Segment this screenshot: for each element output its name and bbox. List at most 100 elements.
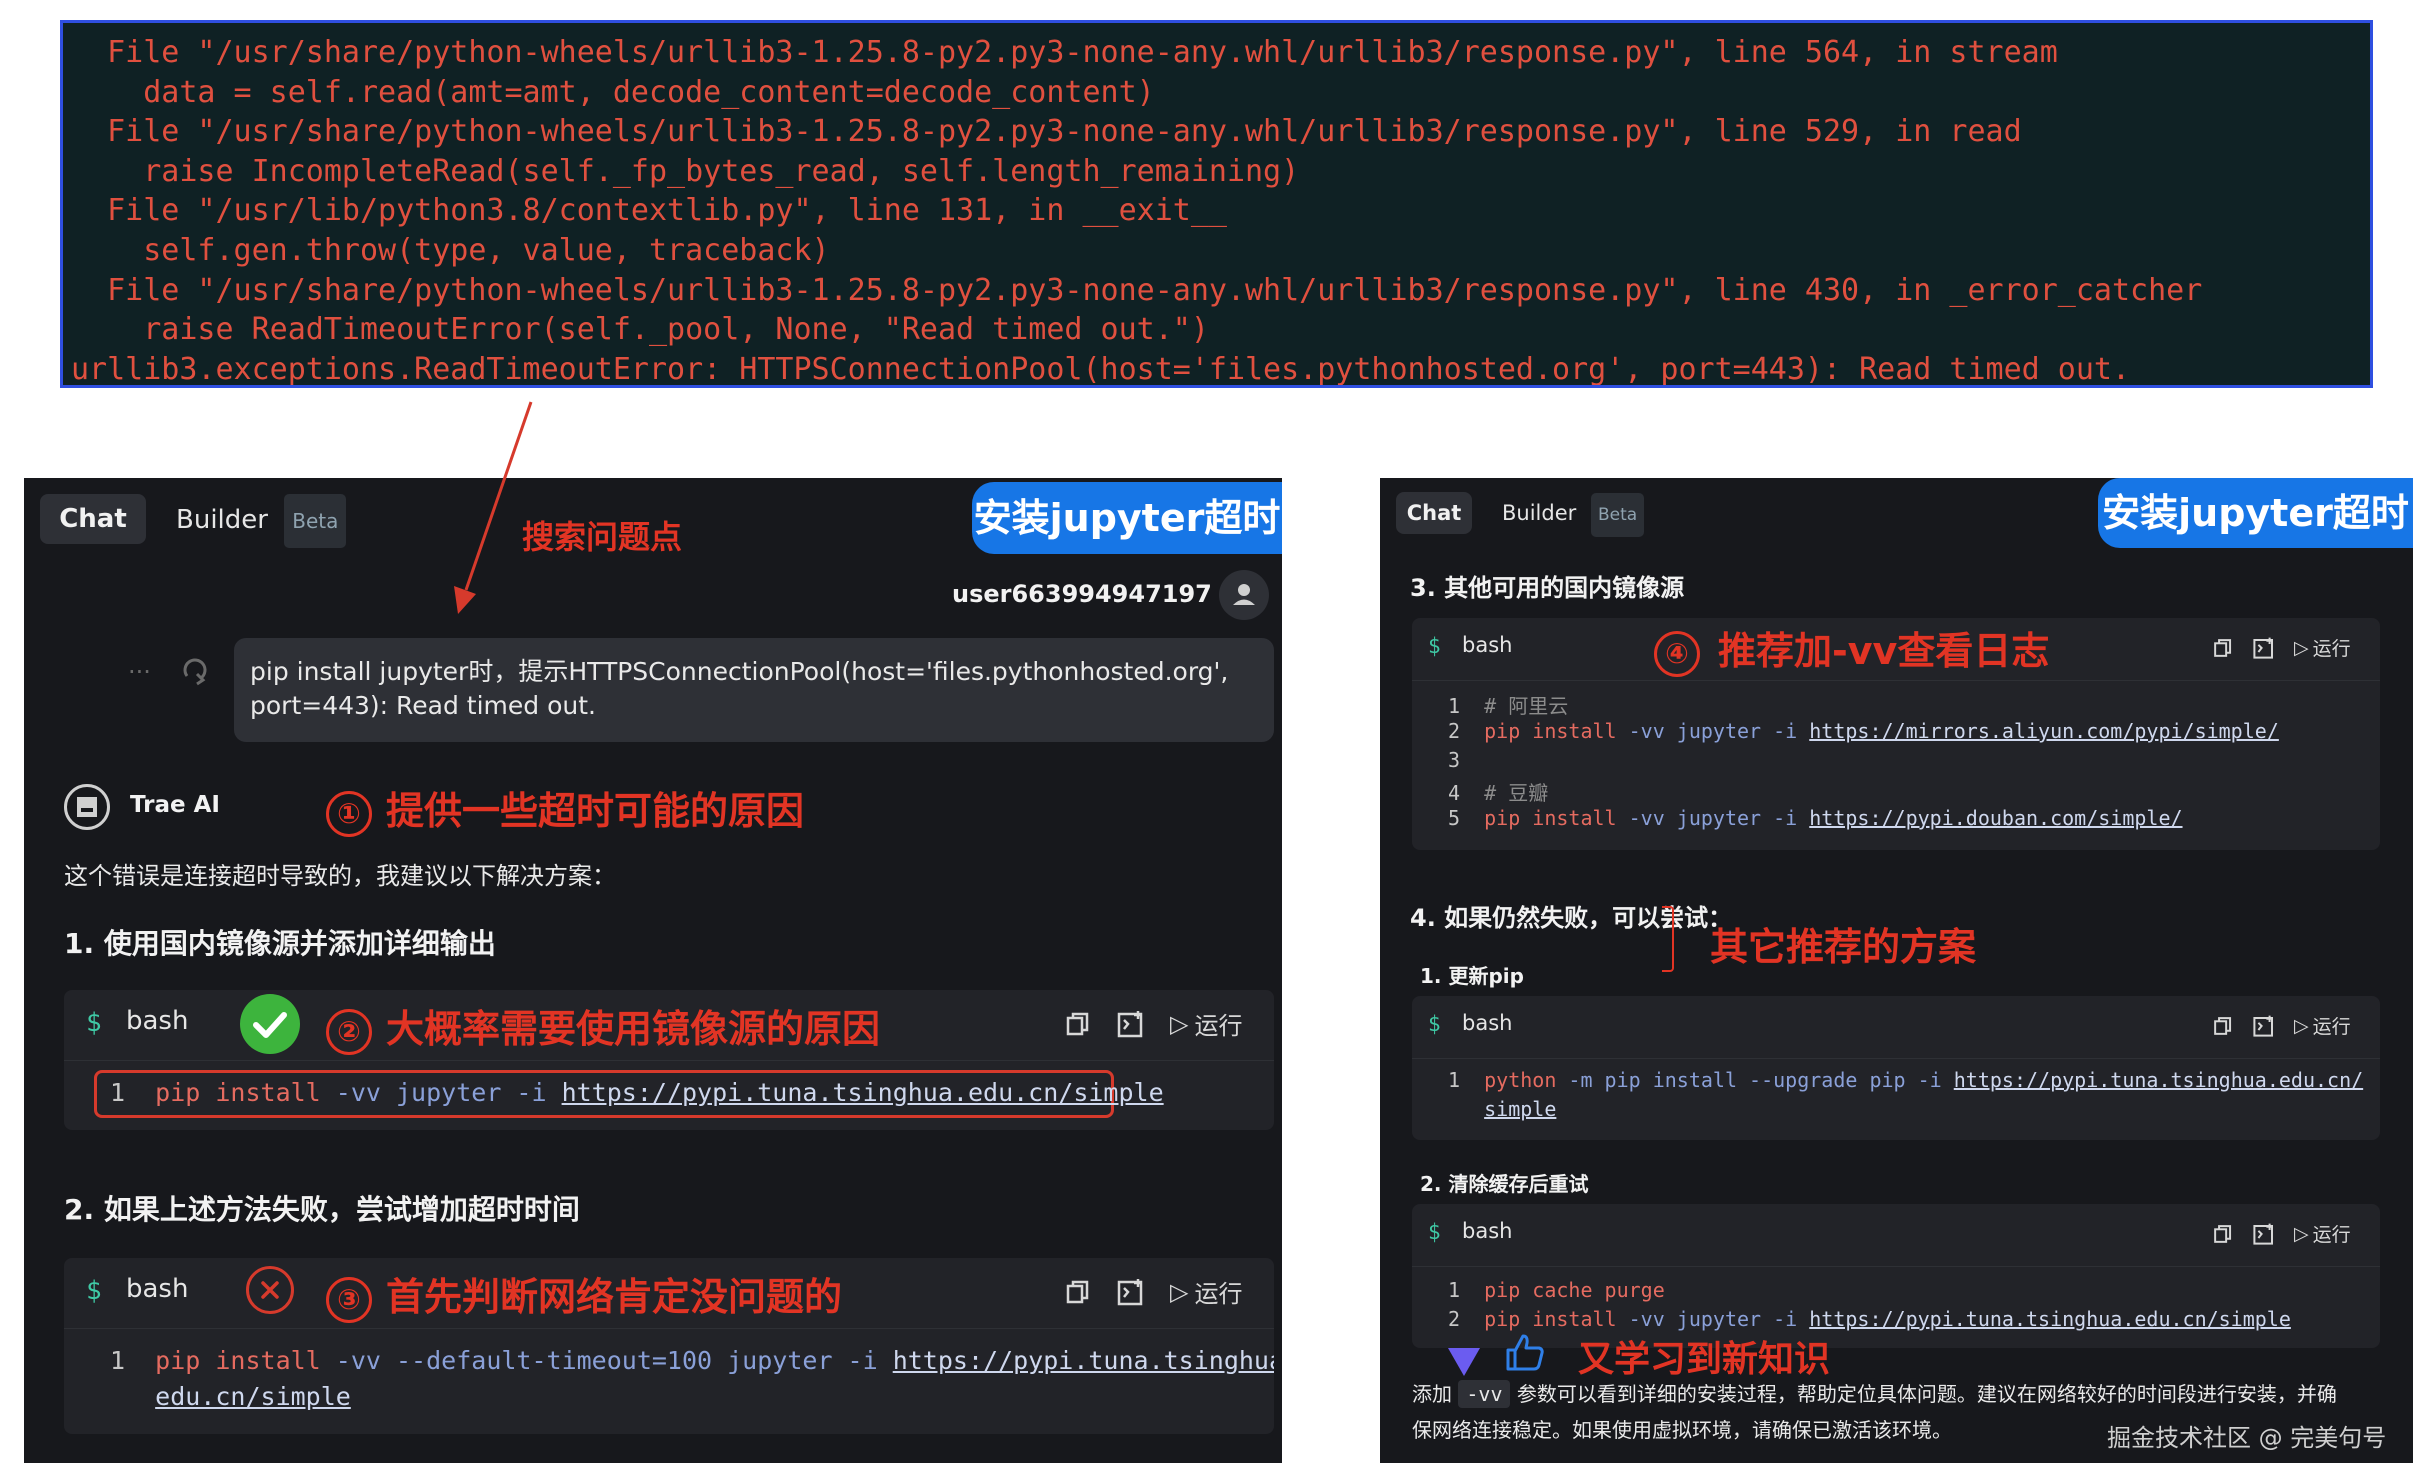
tab-builder[interactable]: Builder Beta bbox=[176, 494, 347, 548]
copy-icon[interactable] bbox=[2212, 1223, 2234, 1245]
code-url[interactable]: https://pypi.douban.com/simple/ bbox=[1809, 806, 2182, 830]
code-block-3: $ bash ④ 推荐加-vv查看日志 ▷ 运行 1 # 阿里云 2 pip in… bbox=[1412, 618, 2380, 850]
code-url[interactable]: https://pypi.tuna.tsinghua.edu.cn/ bbox=[1954, 1068, 2363, 1092]
code-comment: # 阿里云 bbox=[1484, 694, 1569, 718]
annotation-2-text: 大概率需要使用镜像源的原因 bbox=[386, 1007, 881, 1051]
tab-builder-label: Builder bbox=[1502, 501, 1577, 525]
insert-icon[interactable] bbox=[2252, 1222, 2276, 1246]
code-line: 2 pip install -vv jupyter -i https://pyp… bbox=[1448, 1307, 2291, 1331]
insert-icon[interactable] bbox=[2252, 1014, 2276, 1038]
copy-icon[interactable] bbox=[1064, 1010, 1092, 1038]
tab-chat[interactable]: Chat bbox=[40, 494, 146, 544]
terminal-prompt-icon: $ bbox=[1428, 1220, 1441, 1244]
code-flags: -vv --default-timeout=100 jupyter -i bbox=[320, 1346, 893, 1375]
annotation-4-number: ④ bbox=[1654, 630, 1700, 677]
code-url[interactable]: https://pypi.tuna.tsinghua.edu.cn/simple bbox=[562, 1078, 1164, 1107]
retry-icon[interactable] bbox=[179, 654, 215, 688]
code-flags: -vv jupyter -i bbox=[320, 1078, 562, 1107]
run-icon[interactable]: ▷ bbox=[2294, 637, 2309, 659]
footer-rest: 参数可以看到详细的安装过程，帮助定位具体问题。建议在网络较好的时间段进行安装，并… bbox=[1516, 1382, 2337, 1406]
thumbs-up-icon[interactable] bbox=[1504, 1332, 1546, 1372]
code-language: bash bbox=[1462, 1219, 1513, 1243]
code-line: 3 bbox=[1448, 748, 1460, 772]
line-number: 4 bbox=[1448, 781, 1461, 805]
code-actions: ▷ 运行 bbox=[1064, 1006, 1242, 1041]
subheading-2: 2. 清除缓存后重试 bbox=[1420, 1172, 1589, 1196]
run-button[interactable]: 运行 bbox=[2313, 634, 2351, 661]
code-line-wrap: simple bbox=[1448, 1097, 1556, 1121]
tab-builder-label: Builder bbox=[176, 505, 268, 535]
beta-badge: Beta bbox=[1590, 493, 1645, 537]
code-block-1: $ bash ② 大概率需要使用镜像源的原因 ▷ 运行 1 pip install… bbox=[64, 990, 1274, 1130]
beta-badge: Beta bbox=[284, 494, 347, 548]
code-url[interactable]: simple bbox=[1484, 1097, 1556, 1121]
code-actions: ▷ 运行 bbox=[1064, 1274, 1242, 1309]
code-block-5: $ bash ▷ 运行 1 pip cache purge 2 pip inst… bbox=[1412, 1204, 2380, 1348]
subheading-1: 1. 更新pip bbox=[1420, 964, 1524, 988]
tab-chat[interactable]: Chat bbox=[1396, 492, 1472, 534]
user-icon bbox=[1233, 584, 1255, 605]
footer-text-line-2: 保网络连接稳定。如果使用虚拟环境，请确保已激活该环境。 bbox=[1412, 1418, 1952, 1442]
annotation-3-number: ③ bbox=[326, 1276, 372, 1323]
more-icon[interactable]: ··· bbox=[128, 658, 151, 686]
run-button[interactable]: 运行 bbox=[2313, 1220, 2351, 1247]
terminal-prompt-icon: $ bbox=[86, 1276, 102, 1306]
code-flags: -vv jupyter -i bbox=[1616, 1307, 1810, 1331]
traceback-line: raise IncompleteRead(self._fp_bytes_read… bbox=[71, 153, 1300, 189]
line-number: 3 bbox=[1448, 748, 1461, 772]
annotation-1-text: 提供一些超时可能的原因 bbox=[386, 789, 805, 833]
code-language: bash bbox=[126, 1274, 189, 1304]
annotation-1-number: ① bbox=[326, 790, 372, 837]
heading-3: 3. 其他可用的国内镜像源 bbox=[1410, 574, 1685, 602]
code-url[interactable]: https://pypi.tuna.tsinghua. bbox=[893, 1346, 1274, 1375]
annotation-1: ① 提供一些超时可能的原因 bbox=[326, 780, 804, 837]
code-flags: -m pip install --upgrade pip -i bbox=[1556, 1068, 1954, 1092]
code-line: 1 python -m pip install --upgrade pip -i… bbox=[1448, 1068, 2363, 1092]
run-icon[interactable]: ▷ bbox=[1170, 1010, 1188, 1038]
code-command: pip install bbox=[1484, 719, 1617, 743]
code-command: pip install bbox=[155, 1346, 321, 1375]
traceback-error-line: urllib3.exceptions.ReadTimeoutError: HTT… bbox=[71, 351, 2131, 387]
run-button[interactable]: 运行 bbox=[2313, 1012, 2351, 1039]
heading-4: 4. 如果仍然失败，可以尝试： bbox=[1410, 904, 1733, 932]
copy-icon[interactable] bbox=[1064, 1278, 1092, 1306]
traceback-line: data = self.read(amt=amt, decode_content… bbox=[71, 74, 1155, 110]
tab-builder[interactable]: Builder Beta bbox=[1502, 492, 1645, 537]
heading-2: 2. 如果上述方法失败，尝试增加超时时间 bbox=[64, 1193, 580, 1226]
chat-panel-right: Chat Builder Beta 安装jupyter超时 3. 其他可用的国内… bbox=[1380, 478, 2413, 1463]
line-number: 1 bbox=[1448, 1068, 1461, 1092]
insert-icon[interactable] bbox=[1116, 1009, 1146, 1039]
annotation-search-point: 搜索问题点 bbox=[522, 518, 683, 556]
code-command: pip install bbox=[155, 1078, 321, 1107]
annotation-other-solutions: 其它推荐的方案 bbox=[1710, 925, 1977, 969]
annotation-3-text: 首先判断网络肯定没问题的 bbox=[386, 1275, 843, 1319]
insert-icon[interactable] bbox=[2252, 636, 2276, 660]
code-url[interactable]: edu.cn/simple bbox=[155, 1382, 351, 1411]
insert-icon[interactable] bbox=[1116, 1277, 1146, 1307]
code-language: bash bbox=[126, 1006, 189, 1036]
run-icon[interactable]: ▷ bbox=[2294, 1015, 2309, 1037]
heading-1: 1. 使用国内镜像源并添加详细输出 bbox=[64, 927, 496, 960]
line-number: 1 bbox=[110, 1346, 126, 1375]
avatar[interactable] bbox=[1219, 570, 1269, 620]
user-message-line: port=443): Read timed out. bbox=[250, 691, 596, 720]
code-url[interactable]: https://pypi.tuna.tsinghua.edu.cn/simple bbox=[1809, 1307, 2291, 1331]
terminal-prompt-icon: $ bbox=[86, 1008, 102, 1038]
code-command: python bbox=[1484, 1068, 1557, 1092]
run-button[interactable]: 运行 bbox=[1194, 1006, 1242, 1041]
run-icon[interactable]: ▷ bbox=[2294, 1223, 2309, 1245]
code-url[interactable]: https://mirrors.aliyun.com/pypi/simple/ bbox=[1809, 719, 2279, 743]
code-line: 1 pip cache purge bbox=[1448, 1278, 1665, 1302]
copy-icon[interactable] bbox=[2212, 1015, 2234, 1037]
copy-icon[interactable] bbox=[2212, 637, 2234, 659]
run-button[interactable]: 运行 bbox=[1194, 1274, 1242, 1309]
code-actions: ▷ 运行 bbox=[2212, 1220, 2351, 1247]
run-icon[interactable]: ▷ bbox=[1170, 1278, 1188, 1306]
scroll-down-icon[interactable] bbox=[1444, 1344, 1484, 1380]
ai-name: Trae AI bbox=[130, 792, 220, 818]
traceback-line: raise ReadTimeoutError(self._pool, None,… bbox=[71, 312, 1209, 348]
annotation-4-text: 推荐加-vv查看日志 bbox=[1718, 629, 2050, 673]
traceback-line: File "/usr/share/python-wheels/urllib3-1… bbox=[71, 114, 2022, 150]
annotation-learned: 又学习到新知识 bbox=[1578, 1339, 1831, 1380]
title-badge: 安装jupyter超时 bbox=[2098, 478, 2413, 548]
